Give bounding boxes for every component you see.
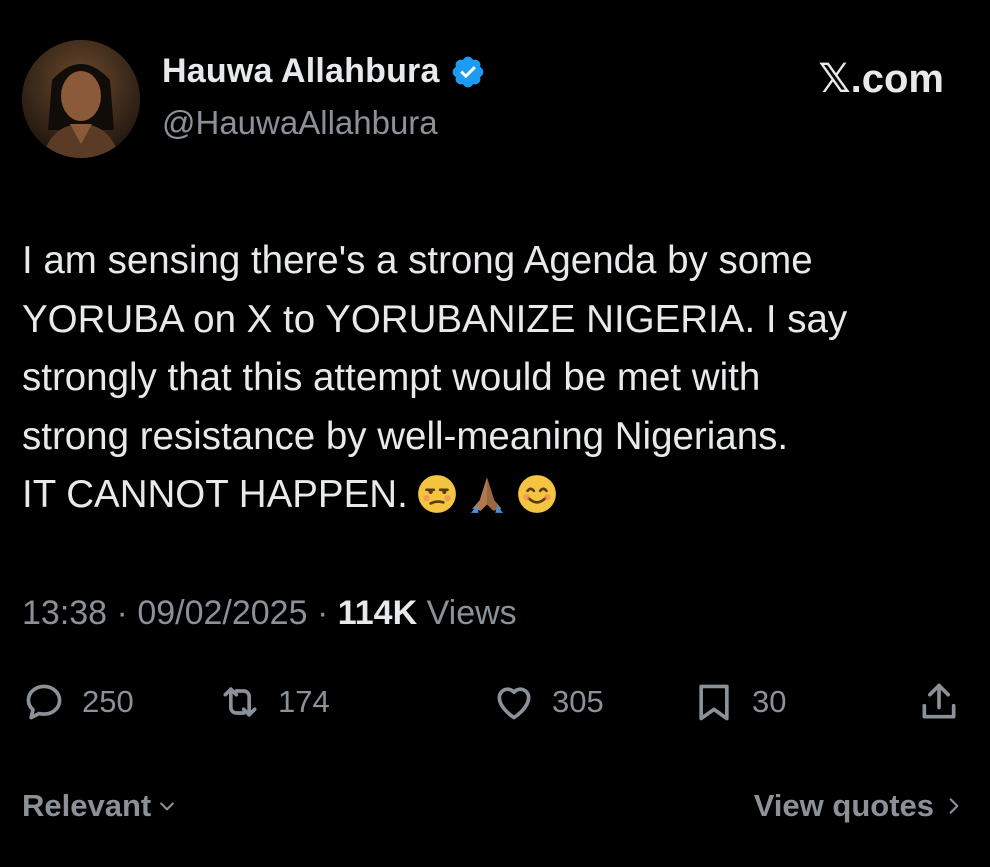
site-brand: 𝕏.com — [818, 57, 944, 101]
view-quotes-label: View quotes — [753, 788, 934, 823]
repost-icon — [223, 687, 257, 717]
views-label: Views — [426, 594, 517, 632]
folded-hands-icon — [469, 477, 504, 513]
tweet-time[interactable]: 13:38 — [22, 594, 107, 632]
action-bar: 250 174 305 30 — [22, 680, 967, 730]
chevron-down-icon — [160, 802, 175, 811]
reply-button[interactable]: 250 — [22, 680, 134, 724]
repost-button[interactable]: 174 — [218, 680, 330, 724]
like-icon — [497, 687, 531, 720]
meta-separator: · — [316, 594, 329, 632]
repost-count: 174 — [278, 684, 330, 719]
unamused-face-icon — [417, 475, 456, 513]
meta-separator: · — [116, 594, 128, 632]
reply-count: 250 — [82, 684, 134, 719]
reply-icon — [26, 684, 62, 720]
tweet-text: I am sensing there's a strong Agenda by … — [22, 232, 962, 525]
sort-dropdown[interactable]: Relevant — [22, 788, 177, 824]
author-handle[interactable]: @HauwaAllahbura — [162, 104, 438, 142]
sort-label: Relevant — [22, 788, 152, 823]
like-count: 305 — [552, 684, 604, 719]
avatar[interactable] — [22, 40, 140, 158]
share-icon — [922, 683, 956, 719]
bookmark-button[interactable]: 30 — [692, 680, 786, 724]
author-name-row[interactable]: Hauwa Allahbura — [162, 52, 486, 91]
tweet-date[interactable]: 09/02/2025 — [137, 594, 307, 632]
share-button[interactable] — [917, 680, 961, 724]
bookmark-count: 30 — [752, 684, 787, 719]
like-button[interactable]: 305 — [492, 680, 604, 724]
bookmark-icon — [699, 684, 729, 721]
view-quotes-link[interactable]: View quotes — [754, 788, 964, 824]
chevron-right-icon — [949, 798, 959, 814]
verified-badge-icon — [452, 56, 483, 87]
tweet-meta: 13:38 · 09/02/2025 · 114K Views — [22, 594, 517, 633]
views-count[interactable]: 114K — [338, 594, 417, 632]
author-name[interactable]: Hauwa Allahbura — [162, 52, 440, 91]
smiling-face-icon — [517, 475, 556, 513]
